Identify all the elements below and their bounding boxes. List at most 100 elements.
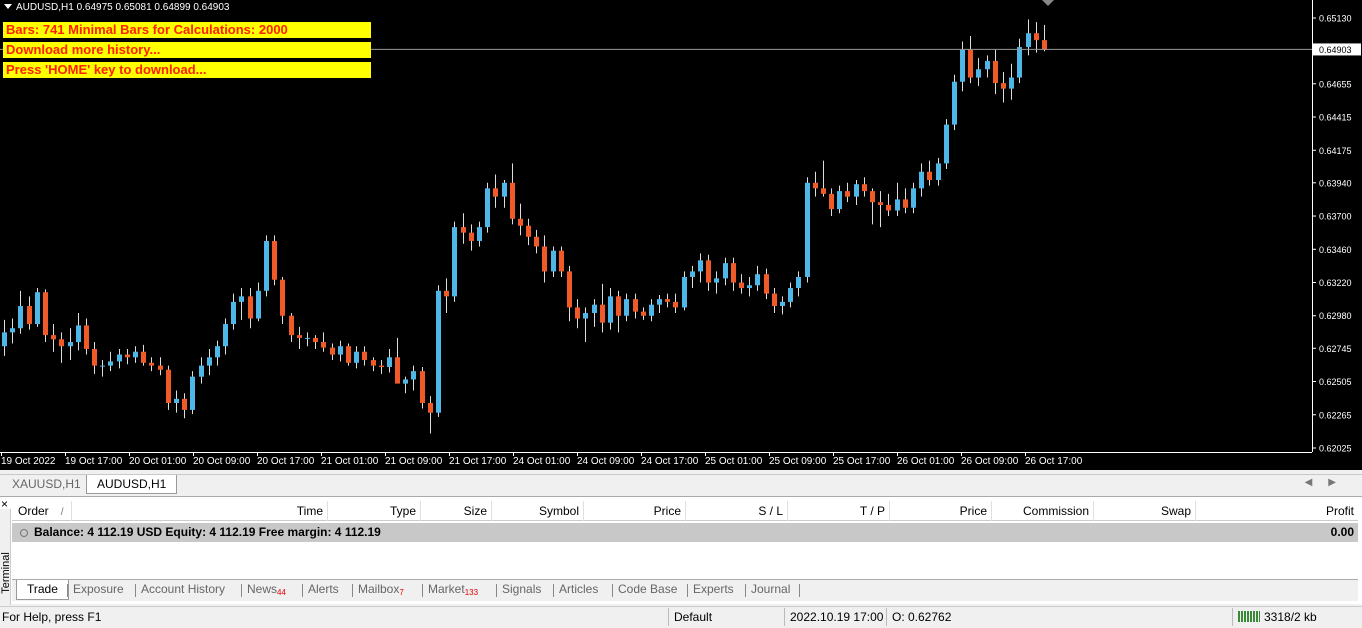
- bull-candle: [207, 357, 212, 366]
- bear-candle: [395, 357, 400, 384]
- bear-candle: [526, 225, 531, 237]
- bull-candle: [952, 81, 957, 125]
- col-current-price[interactable]: Price: [890, 501, 992, 521]
- tab-separator: [496, 584, 497, 597]
- bear-candle: [927, 171, 932, 181]
- bull-candle: [354, 351, 359, 363]
- bear-candle: [567, 271, 572, 308]
- tab-label: Experts: [693, 582, 734, 596]
- balance-row[interactable]: Balance: 4 112.19 USD Equity: 4 112.19 F…: [12, 523, 1358, 542]
- bull-candle: [919, 171, 924, 189]
- balance-text: Balance: 4 112.19 USD Equity: 4 112.19 F…: [34, 525, 381, 539]
- tab-articles[interactable]: Articles: [559, 580, 598, 600]
- close-icon[interactable]: ×: [1, 497, 8, 511]
- price-tick-label: 0.62980: [1319, 311, 1352, 321]
- col-order[interactable]: Order /: [12, 501, 72, 521]
- price-chart[interactable]: 0.65130 0.64655 0.64415 0.64175 0.63940 0.637…: [0, 0, 1362, 470]
- warning-home-key: Press 'HOME' key to download...: [3, 62, 371, 78]
- time-tick-label: 24 Oct 09:00: [577, 456, 635, 467]
- terminal-panel: × Terminal Order / Time Type Size Symbol …: [0, 496, 1362, 605]
- connection-bars-icon: [1238, 611, 1260, 622]
- bull-candle: [747, 285, 752, 289]
- scroll-right-icon[interactable]: ▶: [1328, 477, 1352, 488]
- tab-separator: [241, 584, 242, 597]
- time-tick-label: 20 Oct 01:00: [129, 456, 187, 467]
- col-tp[interactable]: T / P: [788, 501, 890, 521]
- bear-candle: [379, 365, 384, 367]
- bull-candle: [976, 69, 981, 78]
- bear-candle: [1042, 40, 1047, 50]
- bull-candle: [338, 346, 343, 355]
- bull-candle: [174, 398, 179, 403]
- tab-separator: [352, 584, 353, 597]
- bear-candle: [821, 188, 826, 194]
- bull-candle: [788, 288, 793, 302]
- status-profile[interactable]: Default: [674, 610, 712, 624]
- bull-candle: [682, 276, 687, 308]
- tab-journal[interactable]: Journal: [751, 580, 790, 600]
- bull-candle: [190, 376, 195, 410]
- tab-alerts[interactable]: Alerts: [308, 580, 339, 600]
- price-tick-label: 0.63220: [1319, 278, 1352, 288]
- col-type[interactable]: Type: [328, 501, 421, 521]
- bull-candle: [305, 337, 310, 339]
- col-swap[interactable]: Swap: [1094, 501, 1196, 521]
- col-profit[interactable]: Profit: [1196, 501, 1358, 521]
- col-price[interactable]: Price: [584, 501, 686, 521]
- tab-account-history[interactable]: Account History: [141, 580, 225, 600]
- tab-signals[interactable]: Signals: [502, 580, 541, 600]
- col-symbol[interactable]: Symbol: [492, 501, 584, 521]
- tab-separator: [553, 584, 554, 597]
- bear-candle: [886, 204, 891, 211]
- col-size[interactable]: Size: [421, 501, 492, 521]
- bear-candle: [968, 49, 973, 78]
- bull-candle: [854, 184, 859, 197]
- tab-audusd[interactable]: AUDUSD,H1: [86, 475, 178, 494]
- tab-code-base[interactable]: Code Base: [618, 580, 677, 600]
- chart-shift-icon: [1042, 0, 1054, 6]
- bear-candle: [878, 202, 883, 205]
- bear-candle: [280, 279, 285, 316]
- tab-label: Exposure: [73, 582, 124, 596]
- price-tick-label: 0.62265: [1319, 410, 1352, 420]
- tab-xauusd[interactable]: XAUUSD,H1: [2, 475, 91, 494]
- bear-candle: [51, 335, 56, 340]
- bull-candle: [608, 296, 613, 323]
- bear-candle: [518, 218, 523, 226]
- tab-label: News: [247, 582, 278, 596]
- tab-news[interactable]: News44: [247, 580, 286, 600]
- bull-candle: [936, 163, 941, 181]
- tab-experts[interactable]: Experts: [693, 580, 734, 600]
- tab-market[interactable]: Market133: [428, 580, 478, 600]
- tab-badge: 133: [464, 588, 479, 597]
- bull-candle: [108, 361, 113, 366]
- tab-trade[interactable]: Trade: [16, 580, 69, 600]
- tab-mailbox[interactable]: Mailbox7: [358, 580, 404, 600]
- bear-candle: [362, 351, 367, 361]
- price-tick-label: 0.63940: [1319, 178, 1352, 188]
- price-tick-label: 0.65130: [1319, 14, 1352, 24]
- status-connection[interactable]: 3318/2 kb: [1238, 610, 1317, 624]
- col-sl[interactable]: S / L: [686, 501, 788, 521]
- current-price-label: 0.64903: [1319, 45, 1352, 55]
- bull-candle: [985, 60, 990, 70]
- price-tick-label: 0.63700: [1319, 212, 1352, 222]
- scroll-left-icon[interactable]: ◀: [1305, 477, 1329, 488]
- col-commission[interactable]: Commission: [992, 501, 1094, 521]
- tab-scroll-arrows[interactable]: ◀▶: [1305, 477, 1352, 488]
- symbol-tab-bar: XAUUSD,H1 AUDUSD,H1 ◀▶: [0, 474, 1362, 494]
- bull-candle: [215, 346, 220, 358]
- divider: [1232, 608, 1233, 626]
- tab-badge: 44: [277, 588, 286, 597]
- tab-separator: [67, 584, 68, 597]
- bear-candle: [600, 304, 605, 323]
- time-tick-label: 20 Oct 17:00: [257, 456, 315, 467]
- bear-candle: [461, 227, 466, 233]
- time-tick-label: 26 Oct 17:00: [1025, 456, 1083, 467]
- col-time[interactable]: Time: [72, 501, 328, 521]
- time-tick-label: 24 Oct 17:00: [641, 456, 699, 467]
- bull-candle: [805, 182, 810, 277]
- tab-exposure[interactable]: Exposure: [73, 580, 124, 600]
- bear-candle: [27, 306, 32, 325]
- dropdown-triangle-icon[interactable]: [4, 4, 12, 9]
